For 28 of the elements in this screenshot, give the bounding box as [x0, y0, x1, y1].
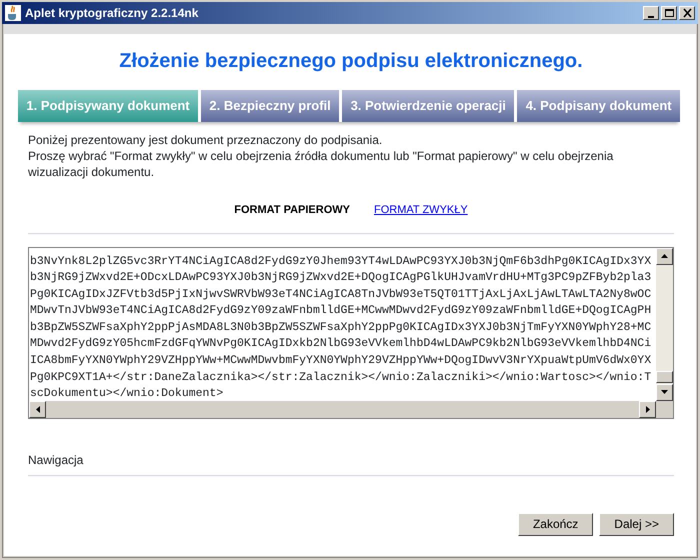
window-title: Aplet kryptograficzny 2.2.14nk	[25, 5, 198, 22]
step-tab[interactable]: 3. Potwierdzenie operacji	[342, 90, 514, 122]
scroll-down-icon[interactable]	[656, 384, 673, 400]
scroll-right-icon[interactable]	[639, 400, 656, 418]
step-tab[interactable]: 4. Podpisany dokument	[517, 90, 680, 122]
scrollbar-corner	[656, 400, 673, 418]
page-heading: Złożenie bezpiecznego podpisu elektronicznego.	[118, 49, 584, 74]
maximize-button[interactable]	[661, 6, 677, 20]
horizontal-scrollbar[interactable]	[29, 400, 656, 418]
maximize-icon	[664, 8, 674, 18]
scroll-up-icon[interactable]	[656, 248, 673, 264]
vertical-scrollbar[interactable]	[656, 248, 673, 400]
next-button[interactable]: Dalej >>	[599, 512, 674, 536]
step-tab[interactable]: 1. Podpisywany dokument	[18, 90, 198, 122]
section-label: Nawigacja	[28, 452, 84, 468]
step-tab[interactable]: 2. Bezpieczny profil	[201, 90, 340, 122]
format-link[interactable]: FORMAT ZWYKŁY	[374, 202, 468, 218]
scroll-left-icon[interactable]	[29, 400, 46, 418]
finish-button[interactable]: Zakończ	[518, 512, 594, 536]
minimize-button[interactable]	[643, 6, 659, 20]
description-text: Proszę wybrać "Format zwykły" w celu obejrzenia źródła dokumentu lub "Format papierowy" w celu obejrzenia wizualizacji dokumentu.	[28, 148, 614, 180]
document-source-text: b3NvYnk8L2plZG5vc3RrYT4NCiAgICA8d2FydG9zY0Jhem93YT4wLDAwPC93YXJ0b3NjQmF6b3dhPg0KICAgIDx3YX b3NjRG9jZWxvd2E+ODcxLDAwPC93YXJ0b3NjRG9jZWxvd2E+DQogICAgPGlkUHJvamVrdHU+MTg3PC9pZFByb2pla3 Pg0KICAgIDxJZFVtb3d5PjIxNjwvSWRVbW93eT4NCiAgICA8TnJVbW93eT5QT01TTjAxLjAxLjAwLTAwLTA2Ny8wOC MDwvTnJVbW93eT4NCiAgICA8d2FydG9zY09zaWFnbmlldGE+MCwwMDwvd2FydG9zY09zaWFnbmlldGE+DQogICAgPH b3BpZW5SZWFsaXphY2ppPjAsMDA8L3N0b3BpZW5SZWFsaXphY2ppPg0KICAgIDx3YXJ0b3NjTmFyYXN0YWphY28+MC MDwvd2FydG9zY05hcmFzdGFqYWNvPg0KICAgIDxkb2NlbG93eVVkemlhbD4wLDAwPC9kb2NlbG93eVVkemlhbD4NCi ICA8bmFyYXN0YWphY29VZHppYWw+MCwwMDwvbmFyYXN0YWphY29VZHppYWw+DQogIDwvV3NrYXpuaWtpUmV6dWx0YX Pg0KPC9XT1A+</str:DaneZalacznika></str:Zalacznik></wnio:Zalaczniki></wnio:Wartosc></wnio:T scDokumentu></wnio:Dokument>	[29, 254, 652, 400]
java-cup-icon	[5, 5, 21, 21]
close-icon	[682, 8, 692, 18]
minimize-icon	[648, 16, 654, 18]
close-button[interactable]	[679, 6, 695, 20]
format-label: FORMAT PAPIEROWY	[234, 203, 350, 218]
description-text: Poniżej prezentowany jest dokument przeznaczony do podpisania.	[28, 132, 384, 148]
